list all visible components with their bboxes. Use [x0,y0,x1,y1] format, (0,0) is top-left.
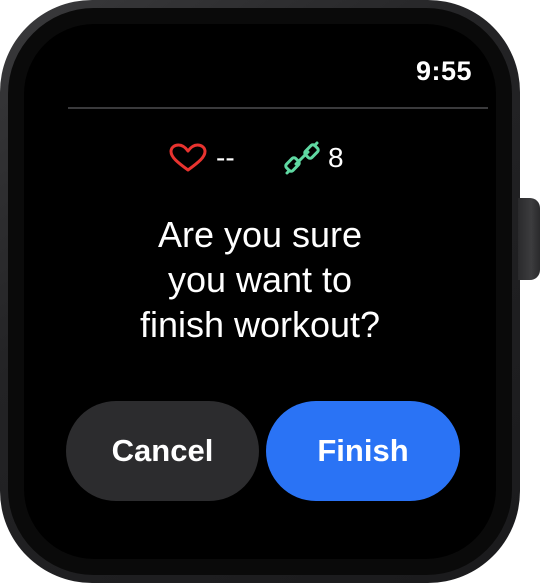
status-time: 9:55 [415,56,472,86]
workout-stats: -- 8 [24,140,496,176]
question-line: finish workout? [139,304,381,345]
digital-crown[interactable] [518,198,540,280]
dumbbell-icon [284,140,320,176]
heart-icon [168,143,208,173]
question-line: Are you sure [157,214,363,255]
cancel-button[interactable]: Cancel [66,401,259,501]
question-line: you want to [167,259,353,300]
weight-value: 8 [328,142,344,173]
weight-stat: 8 [284,140,344,176]
finish-button[interactable]: Finish [266,401,460,501]
watch-screen: 9:55 -- 8 Are you sure you want to finis… [24,24,496,559]
confirm-question: Are you sure you want to finish workout? [64,212,456,347]
header-divider [68,107,488,109]
heart-rate-stat: -- [168,140,235,176]
watch-case: 9:55 -- 8 Are you sure you want to finis… [0,0,520,583]
heart-rate-value: -- [216,142,235,173]
